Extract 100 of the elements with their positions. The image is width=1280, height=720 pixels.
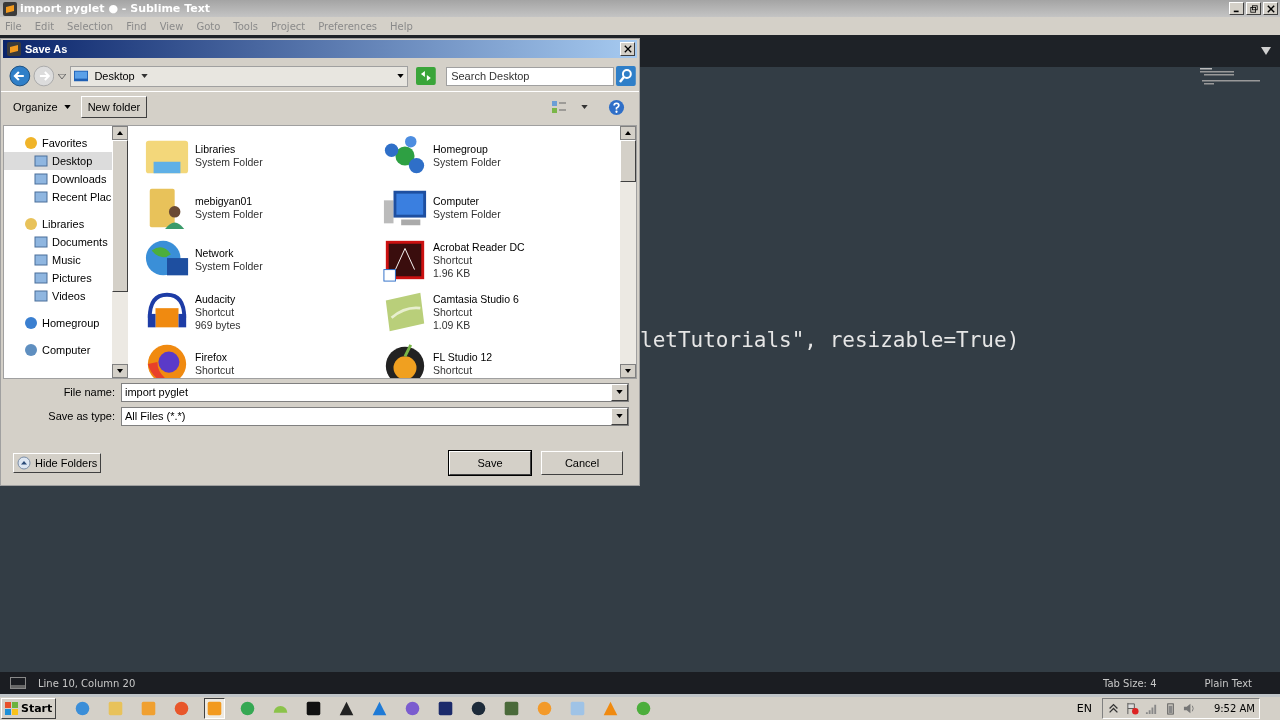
file-type: Shortcut	[433, 305, 474, 319]
caret-icon	[140, 74, 148, 78]
language-indicator[interactable]: EN	[1076, 702, 1092, 715]
caret-icon	[63, 105, 71, 109]
flag-icon[interactable]	[1125, 702, 1139, 715]
file-name: Network	[195, 247, 235, 260]
desktop-entry[interactable]: Audacity Shortcut 969 bytes	[144, 288, 344, 336]
cursor-position: Line 10, Column 20	[38, 677, 136, 689]
close-button[interactable]	[620, 42, 635, 56]
cancel-button[interactable]: Cancel	[541, 451, 623, 475]
scroll-up-button[interactable]	[112, 126, 128, 140]
desktop-entry[interactable]: Firefox Shortcut	[144, 340, 344, 378]
file-type: System Folder	[195, 260, 263, 273]
file-type: Shortcut	[195, 364, 235, 377]
dialog-title: Save As	[25, 43, 68, 55]
file-type: Shortcut	[433, 364, 474, 377]
scrollbar[interactable]	[620, 126, 636, 378]
help-icon[interactable]	[608, 98, 625, 116]
file-name: mebigyan01	[195, 195, 254, 208]
file-type: Shortcut	[195, 305, 236, 319]
app-icon	[7, 42, 21, 56]
window-title: import pyglet ● - Sublime Text	[20, 2, 210, 15]
windows-logo-icon	[5, 701, 19, 716]
dropdown-icon[interactable]	[1261, 47, 1271, 55]
scrollbar[interactable]	[112, 126, 128, 378]
file-type-dropdown[interactable]: All Files (*.*)	[121, 406, 629, 426]
file-type: System Folder	[433, 208, 501, 221]
field-label: File name:	[62, 386, 116, 398]
file-name: Camtasia Studio 6	[433, 292, 519, 306]
caret-icon[interactable]	[581, 105, 588, 109]
nav-item[interactable]: Music	[4, 251, 112, 269]
app-icon	[3, 1, 17, 16]
nav-item[interactable]: Downloads	[4, 170, 112, 188]
nav-item[interactable]: Pictures	[4, 269, 112, 287]
nav-item[interactable]: Libraries	[4, 215, 112, 233]
code-line: letTutorials", resizable=True)	[640, 328, 1020, 352]
desktop-entry[interactable]: mebigyan01 System Folder	[144, 184, 344, 232]
file-name: Computer	[433, 195, 481, 208]
caret-icon	[616, 414, 623, 418]
desktop-entry[interactable]: Homegroup System Folder	[382, 132, 582, 180]
new-folder-button[interactable]: New folder	[80, 96, 148, 118]
scroll-thumb[interactable]	[620, 140, 636, 182]
file-name-field[interactable]: import pyglet	[121, 382, 629, 402]
file-type: System Folder	[195, 208, 263, 221]
address-bar[interactable]: Desktop	[70, 65, 409, 87]
caret-icon	[616, 390, 623, 394]
hide-folders-button[interactable]: Hide Folders	[13, 453, 102, 473]
desktop-entry[interactable]: Network System Folder	[144, 236, 344, 284]
desktop-entry[interactable]: Libraries System Folder	[144, 132, 344, 180]
minimize-button[interactable]	[1229, 2, 1244, 15]
file-size: 969 bytes	[195, 318, 241, 332]
nav-item[interactable]: Computer	[4, 341, 112, 359]
syntax-label[interactable]: Plain Text	[1204, 677, 1252, 689]
nav-item[interactable]: Videos	[4, 287, 112, 305]
close-icon	[1266, 4, 1275, 13]
clock[interactable]: 9:52 AM	[1213, 703, 1255, 714]
desktop-entry[interactable]: Computer System Folder	[382, 184, 582, 232]
file-name: Acrobat Reader DC	[433, 240, 525, 254]
nav-item[interactable]: Homegroup	[4, 314, 112, 332]
tab-size[interactable]: Tab Size: 4	[1103, 677, 1157, 689]
desktop-entry[interactable]: Acrobat Reader DC Shortcut 1.96 KB	[382, 236, 582, 284]
file-name: Audacity	[195, 292, 237, 306]
desktop-entry[interactable]: Camtasia Studio 6 Shortcut 1.09 KB	[382, 288, 582, 336]
scroll-thumb[interactable]	[112, 140, 128, 292]
nav-item[interactable]: Recent Plac	[4, 188, 112, 206]
refresh-button[interactable]	[416, 67, 437, 85]
file-size: 1.09 KB	[433, 318, 472, 332]
search-field[interactable]: Search Desktop	[446, 66, 615, 86]
save-button[interactable]: Save	[449, 451, 531, 475]
nav-item[interactable]: Desktop	[4, 152, 112, 170]
close-button[interactable]	[1263, 2, 1278, 15]
scroll-down-button[interactable]	[620, 364, 636, 378]
collapse-icon	[17, 456, 31, 470]
caret-icon	[397, 74, 405, 78]
minimap-drawing	[1200, 68, 1260, 88]
file-type: System Folder	[433, 156, 501, 169]
file-name: Libraries	[195, 143, 237, 156]
nav-item[interactable]: Favorites	[4, 134, 112, 152]
monitor-icon	[74, 69, 89, 83]
organize-button[interactable]: Organize	[9, 98, 75, 116]
speaker-icon[interactable]	[1182, 702, 1196, 715]
file-type: Shortcut	[433, 253, 474, 267]
start-button[interactable]: Start	[1, 698, 57, 719]
restore-button[interactable]	[1246, 2, 1261, 15]
scroll-down-button[interactable]	[112, 364, 128, 378]
close-icon	[623, 45, 632, 53]
file-name: FL Studio 12	[433, 351, 493, 364]
desktop-entry[interactable]: FL Studio 12 Shortcut	[382, 340, 582, 378]
scroll-up-button[interactable]	[620, 126, 636, 140]
file-name: Homegroup	[433, 143, 489, 156]
file-size: 1.96 KB	[433, 266, 472, 280]
search-icon[interactable]	[616, 66, 636, 86]
panel-icon[interactable]	[10, 677, 26, 689]
nav-item[interactable]: Documents	[4, 233, 112, 251]
file-type: System Folder	[195, 156, 263, 169]
field-label: Save as type:	[47, 410, 116, 422]
file-name: Firefox	[195, 351, 229, 364]
app-icon[interactable]	[204, 698, 226, 719]
back-button[interactable]	[9, 65, 31, 87]
restore-icon	[1249, 4, 1258, 13]
